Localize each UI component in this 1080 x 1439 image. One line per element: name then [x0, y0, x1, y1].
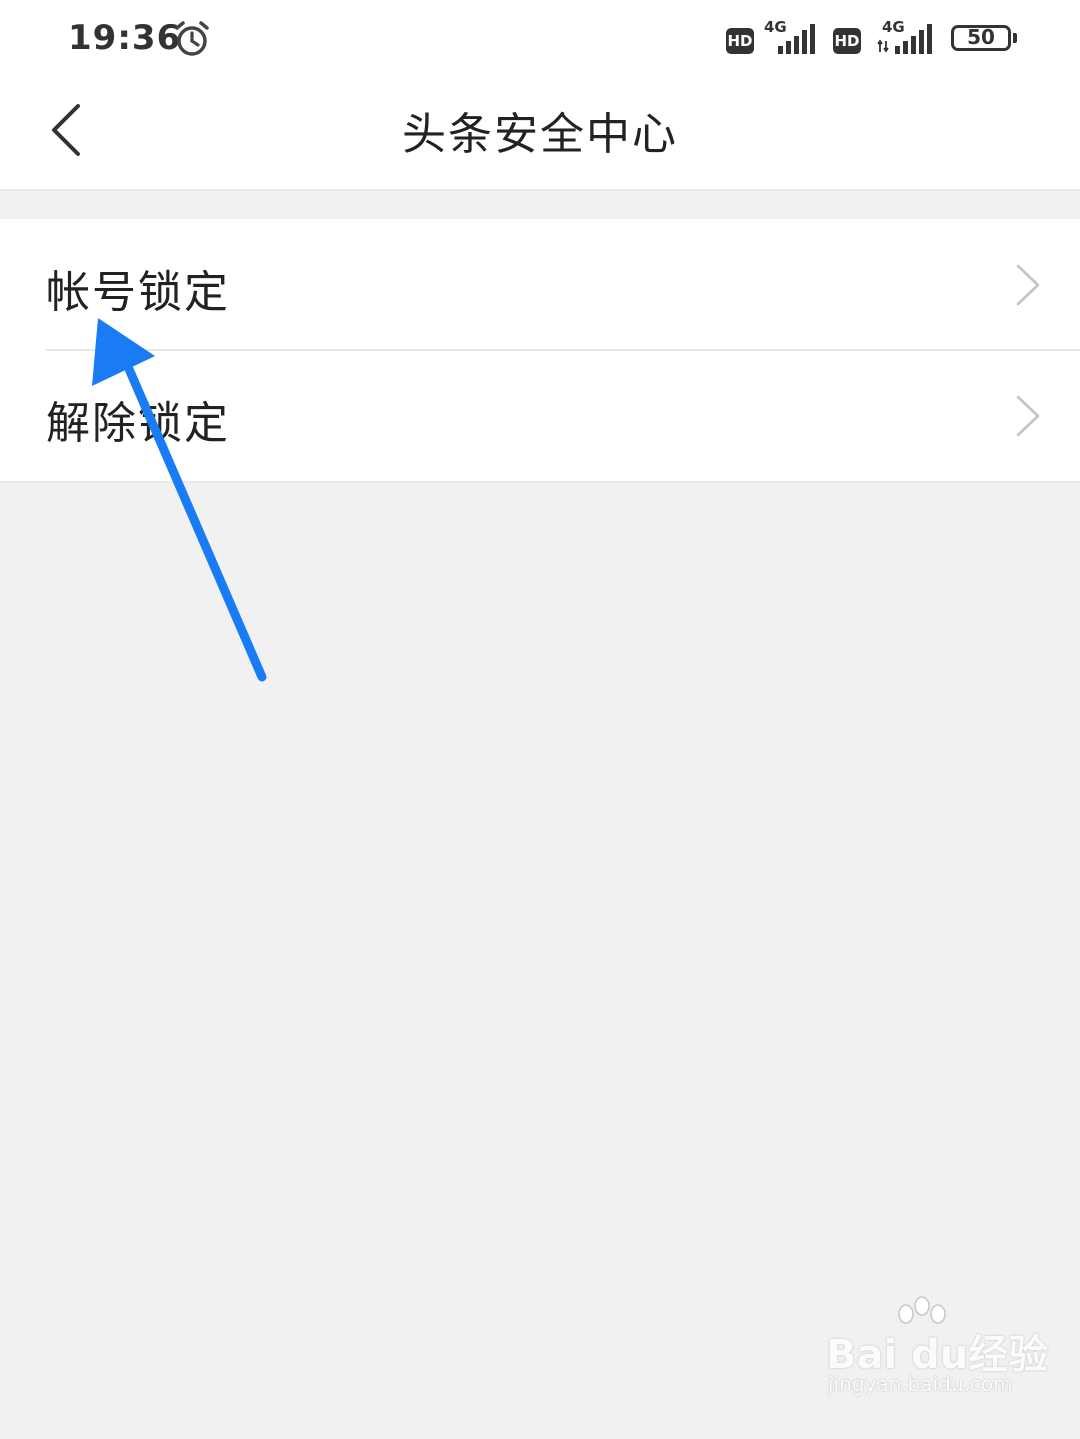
watermark-url: jingyan.baidu.com [828, 1372, 1013, 1396]
pointer-arrow-icon [92, 318, 267, 682]
